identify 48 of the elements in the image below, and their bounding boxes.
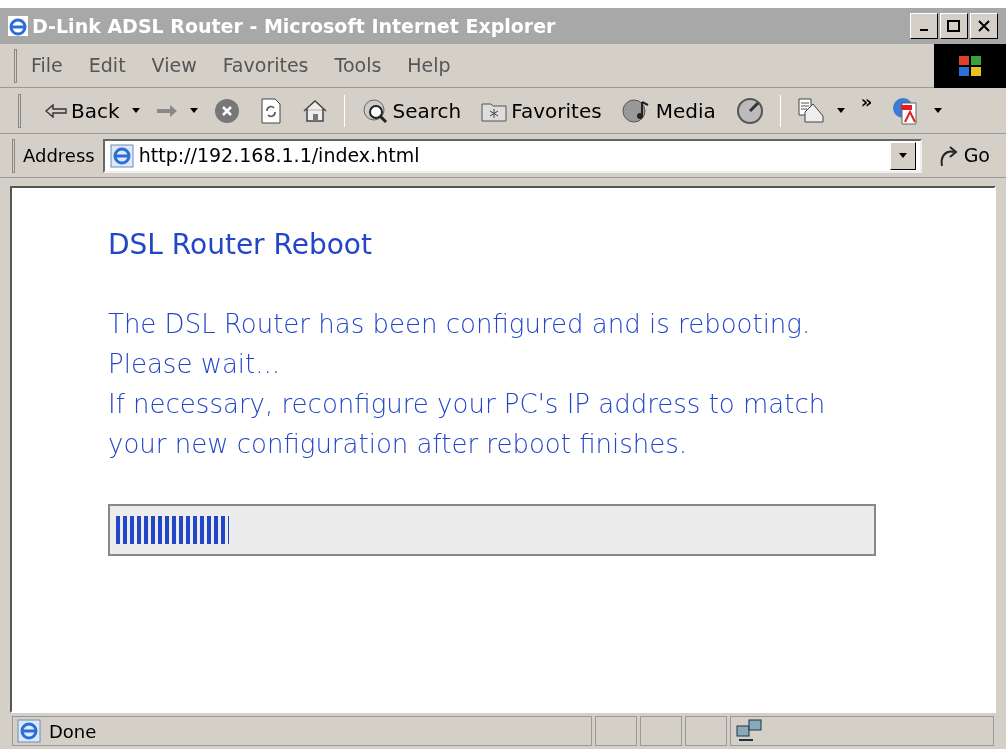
status-text: Done xyxy=(49,719,97,744)
message-text: The DSL Router has been configured and is rebooting. xyxy=(108,308,812,341)
refresh-icon xyxy=(259,97,282,124)
message-text: If necessary, reconfigure your PC's IP address to match xyxy=(108,388,827,421)
address-field[interactable]: http://192.168.1.1/index.html xyxy=(102,138,922,173)
page-icon xyxy=(108,143,135,168)
home-icon xyxy=(301,98,328,123)
clock-icon xyxy=(735,96,764,125)
go-button[interactable]: Go xyxy=(929,141,998,170)
dropdown-caret-icon[interactable] xyxy=(836,108,845,113)
stop-icon xyxy=(213,97,240,124)
close-icon xyxy=(977,20,991,32)
menu-item[interactable]: Help xyxy=(403,51,455,80)
network-icon xyxy=(735,718,765,744)
maximize-button[interactable] xyxy=(940,13,968,39)
address-value: http://192.168.1.1/index.html xyxy=(138,143,421,169)
back-button[interactable]: Back xyxy=(41,95,124,126)
menu-item[interactable]: Favorites xyxy=(218,51,313,80)
menu-item[interactable]: View xyxy=(147,51,201,80)
status-pane xyxy=(595,716,637,746)
menu-item[interactable]: Edit xyxy=(84,51,130,80)
status-pane xyxy=(685,716,727,746)
page-icon xyxy=(17,719,41,743)
status-pane xyxy=(640,716,682,746)
mail-page-icon xyxy=(796,97,825,124)
dropdown-caret-icon[interactable] xyxy=(898,153,907,158)
search-button[interactable]: Search xyxy=(356,95,466,126)
dropdown-caret-icon[interactable] xyxy=(189,108,198,113)
window-title: D-Link ADSL Router - Microsoft Internet Explorer xyxy=(32,13,557,39)
message-text: your new configuration after reboot finishes. xyxy=(108,428,689,461)
browser-logo-icon xyxy=(8,16,28,36)
more-chevron-button[interactable]: » xyxy=(856,88,877,115)
message-text: Please wait... xyxy=(108,348,282,381)
dropdown-caret-icon[interactable] xyxy=(934,108,943,113)
dropdown-caret-icon[interactable] xyxy=(131,108,140,113)
minimize-icon xyxy=(920,29,928,31)
forward-arrow-icon xyxy=(155,103,178,118)
menu-item[interactable]: File xyxy=(27,51,67,80)
maximize-icon xyxy=(947,20,961,32)
search-icon xyxy=(360,97,389,124)
back-arrow-icon xyxy=(45,103,67,118)
favorites-button[interactable]: Favorites xyxy=(477,95,606,126)
close-button[interactable] xyxy=(970,13,998,39)
page-heading: DSL Router Reboot xyxy=(108,227,373,263)
media-button[interactable]: Media xyxy=(617,95,720,126)
minimize-button[interactable] xyxy=(910,13,938,39)
address-label: Address xyxy=(23,144,95,168)
menu-item[interactable]: Tools xyxy=(330,51,386,80)
